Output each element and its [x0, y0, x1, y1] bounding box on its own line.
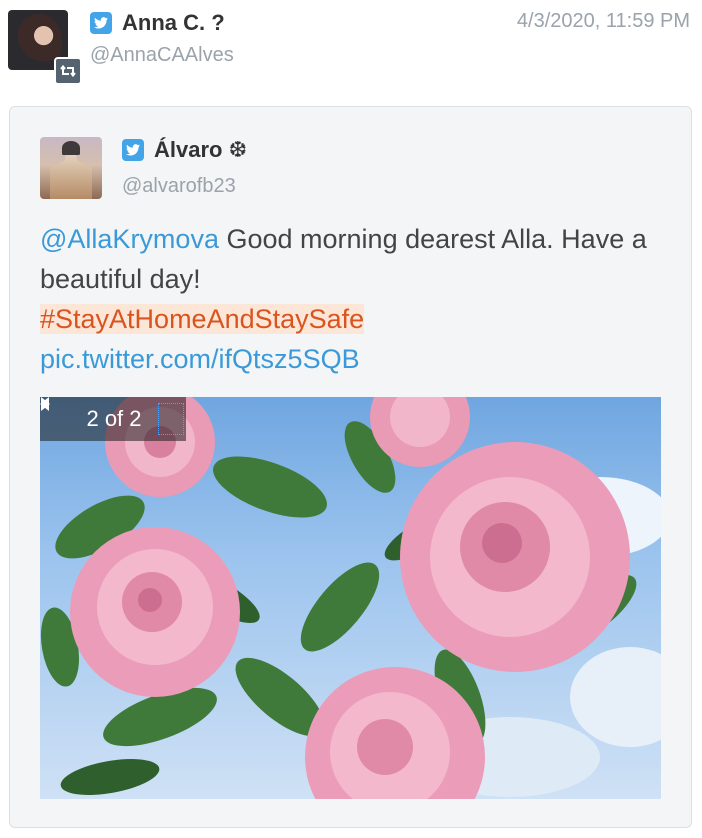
- twitter-bird-icon: [122, 139, 144, 161]
- carousel-counter: 2 of 2: [86, 406, 142, 431]
- author-name[interactable]: Álvaro ❆: [154, 137, 247, 163]
- media-link[interactable]: pic.twitter.com/ifQtsz5SQB: [40, 344, 360, 374]
- retweeter-handle[interactable]: @AnnaCAAlves: [90, 44, 234, 67]
- author-handle[interactable]: @alvarofb23: [122, 175, 236, 198]
- author-name-row: Álvaro ❆: [122, 137, 247, 163]
- timestamp[interactable]: 4/3/2020, 11:59 PM: [517, 10, 690, 33]
- carousel-nav: 2 of 2: [40, 397, 186, 441]
- tweet-card: Álvaro ❆ @alvarofb23 @AllaKrymova Good m…: [9, 106, 692, 828]
- retweeter-name-row: Anna C. ?: [90, 10, 225, 36]
- retweet-icon: [54, 57, 82, 85]
- author-avatar[interactable]: [40, 137, 102, 199]
- mention-link[interactable]: @AllaKrymova: [40, 224, 219, 254]
- caret-right-icon[interactable]: [41, 397, 184, 435]
- tweet-body: @AllaKrymova Good morning dearest Alla. …: [40, 219, 670, 379]
- twitter-bird-icon: [90, 12, 112, 34]
- tweet-image[interactable]: 2 of 2: [40, 397, 661, 799]
- caret-left-icon[interactable]: [40, 397, 66, 431]
- retweeter-name[interactable]: Anna C. ?: [122, 10, 225, 36]
- hashtag-link[interactable]: #StayAtHomeAndStaySafe: [40, 304, 365, 334]
